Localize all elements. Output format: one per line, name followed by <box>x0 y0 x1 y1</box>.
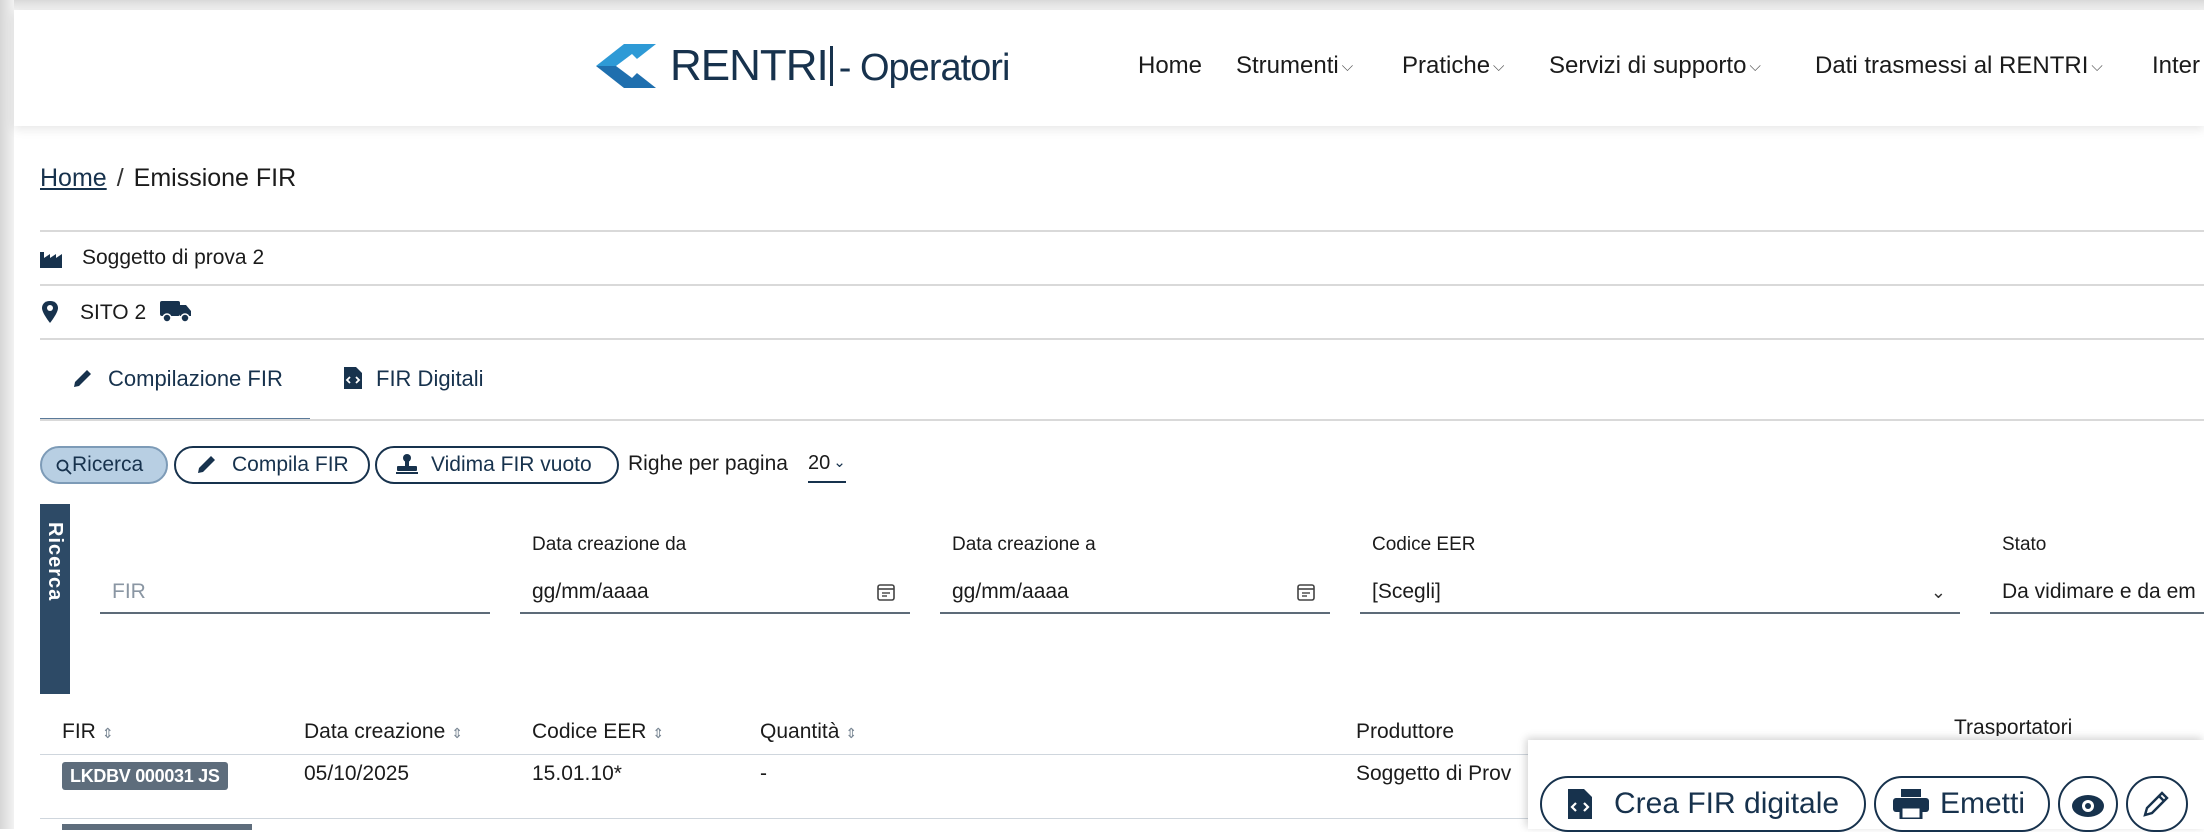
subject-row: Soggetto di prova 2 <box>40 246 264 270</box>
brand-name: RENTRI <box>670 41 829 90</box>
tab-compilazione-fir[interactable]: Compilazione FIR <box>72 366 283 392</box>
map-pin-icon <box>42 301 58 323</box>
column-header-eer[interactable]: Codice EER ⇕ <box>532 720 664 744</box>
tab-fir-digitali[interactable]: FIR Digitali <box>344 366 484 392</box>
divider <box>40 284 2204 286</box>
eer-code-label: Codice EER <box>1372 534 1476 555</box>
subject-name: Soggetto di prova 2 <box>82 246 265 269</box>
fir-search-input[interactable]: FIR <box>100 570 490 614</box>
site-row: SITO 2 <box>40 299 192 325</box>
rows-per-page-select[interactable]: 20 ⌄ <box>808 452 846 483</box>
window-frame-left <box>0 0 14 829</box>
next-row-badge-partial <box>62 824 252 830</box>
column-header-producer: Produttore <box>1356 720 1455 743</box>
create-digital-fir-button[interactable]: Crea FIR digitale <box>1540 776 1866 832</box>
cell-quantity: - <box>760 762 767 785</box>
search-button[interactable]: Ricerca <box>40 446 168 484</box>
divider <box>40 338 2204 340</box>
cell-producer: Soggetto di Prov <box>1356 762 1512 785</box>
divider <box>40 230 2204 232</box>
chevron-down-icon: ⌄ <box>1930 582 1946 602</box>
file-code-icon <box>344 367 362 389</box>
nav-inter[interactable]: Inter <box>2152 52 2200 80</box>
sort-icon: ⇕ <box>845 725 858 741</box>
divider <box>40 419 2204 421</box>
fir-number-badge[interactable]: LKDBV 000031 JS <box>62 762 228 790</box>
column-header-quantity[interactable]: Quantità ⇕ <box>760 720 857 744</box>
nav-dati-trasmessi[interactable]: Dati trasmessi al RENTRI ⌵ <box>1815 52 2103 80</box>
pencil-icon <box>74 370 91 387</box>
status-select[interactable]: Da vidimare e da em <box>1990 570 2204 614</box>
date-from-input[interactable]: gg/mm/aaaa <box>520 570 910 614</box>
eye-icon <box>2072 795 2104 817</box>
eer-code-select[interactable]: [Scegli] ⌄ <box>1360 570 1960 614</box>
stamp-empty-fir-button[interactable]: Vidima FIR vuoto <box>375 446 619 484</box>
breadcrumb: Home / Emissione FIR <box>40 164 296 193</box>
truck-icon <box>159 301 191 323</box>
date-from-label: Data creazione da <box>532 534 687 555</box>
chevron-down-icon: ⌵ <box>1341 58 1354 75</box>
compile-fir-button[interactable]: Compila FIR <box>174 446 370 484</box>
sort-icon: ⇕ <box>451 725 463 741</box>
brand-title[interactable]: RENTRI - Operatori <box>670 38 1011 96</box>
breadcrumb-separator: / <box>116 164 124 192</box>
status-label: Stato <box>2002 534 2047 555</box>
cell-date: 05/10/2025 <box>304 762 410 785</box>
rentri-logo-icon <box>596 44 656 88</box>
rows-per-page-label: Righe per pagina <box>628 452 788 475</box>
printer-icon <box>1893 789 1929 821</box>
pencil-icon <box>2143 791 2169 817</box>
nav-strumenti[interactable]: Strumenti ⌵ <box>1236 52 1353 80</box>
cell-eer: 15.01.10* <box>532 762 622 785</box>
pencil-icon <box>198 456 215 473</box>
emit-button[interactable]: Emetti <box>1874 776 2050 832</box>
view-button[interactable] <box>2058 776 2118 832</box>
search-panel-tab[interactable]: Ricerca <box>40 504 70 694</box>
nav-home[interactable]: Home <box>1138 52 1202 80</box>
chevron-down-icon: ⌄ <box>833 454 846 471</box>
brand-suffix: - Operatori <box>838 47 1011 89</box>
calendar-icon[interactable] <box>876 582 896 602</box>
chevron-down-icon: ⌵ <box>2091 58 2103 75</box>
breadcrumb-home-link[interactable]: Home <box>40 164 107 192</box>
edit-button[interactable] <box>2126 776 2188 832</box>
site-name: SITO 2 <box>80 301 147 324</box>
nav-servizi-supporto[interactable]: Servizi di supporto ⌵ <box>1549 52 1761 80</box>
column-header-fir[interactable]: FIR ⇕ <box>62 720 114 744</box>
date-to-input[interactable]: gg/mm/aaaa <box>940 570 1330 614</box>
calendar-icon[interactable] <box>1296 582 1316 602</box>
stamp-icon <box>396 454 418 474</box>
file-code-icon <box>1568 789 1592 819</box>
sort-icon: ⇕ <box>101 725 114 741</box>
sort-icon: ⇕ <box>652 725 665 741</box>
factory-icon <box>40 252 62 268</box>
column-header-transporters: Trasportatori <box>1954 716 2073 736</box>
brand-separator <box>829 46 833 86</box>
window-frame-top <box>0 0 2204 10</box>
search-icon <box>56 459 72 475</box>
date-to-label: Data creazione a <box>952 534 1096 555</box>
chevron-down-icon: ⌵ <box>1493 58 1505 75</box>
chevron-down-icon: ⌵ <box>1749 58 1761 75</box>
nav-pratiche[interactable]: Pratiche ⌵ <box>1402 52 1504 80</box>
breadcrumb-current: Emissione FIR <box>133 164 297 192</box>
column-header-date[interactable]: Data creazione ⇕ <box>304 720 463 744</box>
